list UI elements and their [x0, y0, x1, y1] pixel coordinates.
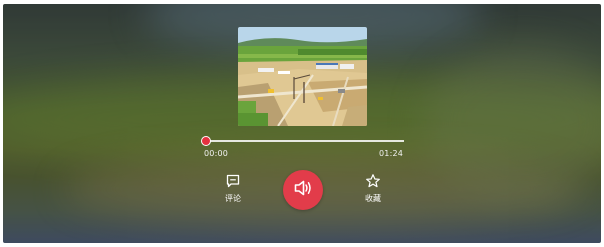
volume-icon [292, 177, 314, 203]
progress-track[interactable] [204, 140, 404, 142]
total-time: 01:24 [379, 149, 404, 158]
comment-icon [224, 172, 242, 190]
favorite-label: 收藏 [365, 194, 381, 203]
comment-button[interactable]: 评论 [213, 172, 253, 204]
progress-knob[interactable] [201, 136, 211, 146]
current-time: 00:00 [204, 149, 229, 158]
volume-button[interactable] [283, 170, 323, 210]
comment-label: 评论 [225, 194, 241, 203]
cover-image [238, 27, 367, 126]
favorite-button[interactable]: 收藏 [353, 172, 393, 204]
construction-site-image [238, 27, 367, 126]
star-icon [364, 172, 382, 190]
